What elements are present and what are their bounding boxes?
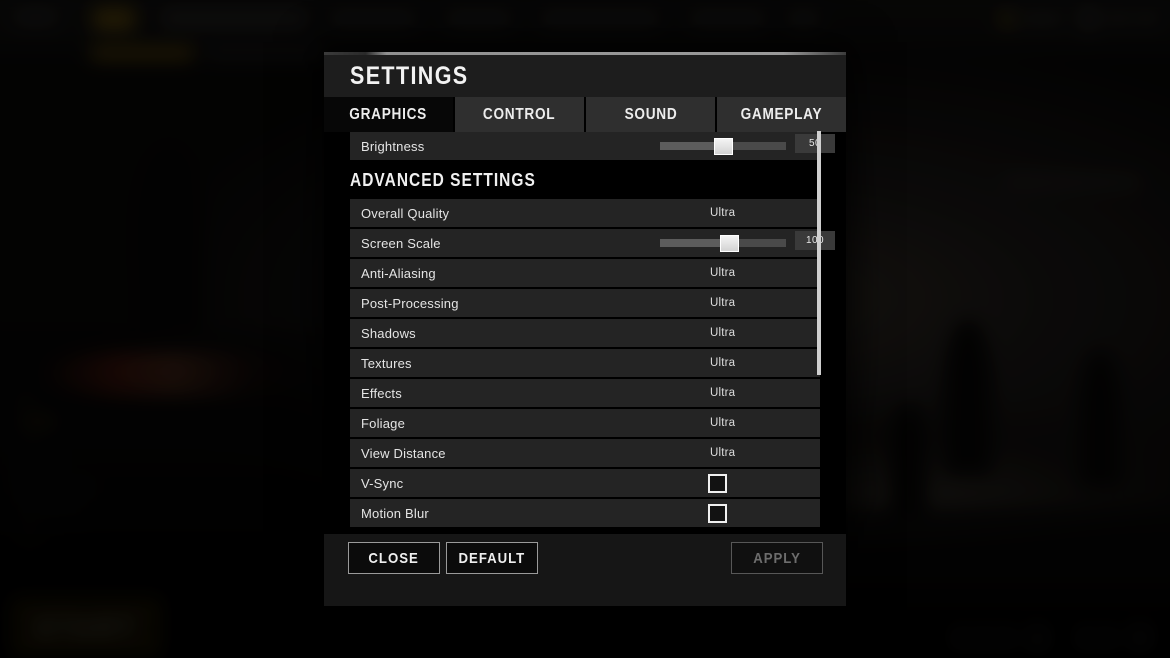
settings-row[interactable]: Foliage Ultra bbox=[350, 409, 820, 437]
slider[interactable] bbox=[660, 235, 786, 251]
settings-row-label: Post-Processing bbox=[361, 296, 459, 311]
tab-graphics[interactable]: GRAPHICS bbox=[324, 97, 453, 132]
slider-handle[interactable] bbox=[720, 235, 739, 252]
settings-row-label: Effects bbox=[361, 386, 402, 401]
settings-row[interactable]: Shadows Ultra bbox=[350, 319, 820, 347]
settings-row-value[interactable]: Ultra bbox=[710, 447, 735, 459]
settings-tab-bar: GRAPHICS CONTROL SOUND GAMEPLAY bbox=[324, 97, 846, 132]
settings-row-label: Shadows bbox=[361, 326, 416, 341]
slider-fill bbox=[660, 239, 729, 247]
apply-button[interactable]: APPLY bbox=[731, 542, 823, 574]
dialog-footer: CLOSE DEFAULT APPLY bbox=[324, 534, 846, 606]
dialog-titlebar: SETTINGS bbox=[324, 55, 846, 97]
tab-label: GAMEPLAY bbox=[741, 106, 823, 124]
default-button-label: DEFAULT bbox=[459, 550, 526, 567]
settings-row-value[interactable]: Ultra bbox=[710, 387, 735, 399]
tab-label: CONTROL bbox=[483, 106, 555, 124]
settings-row-label: Screen Scale bbox=[361, 236, 441, 251]
settings-row[interactable]: Motion Blur bbox=[350, 499, 820, 527]
settings-row-label: Anti-Aliasing bbox=[361, 266, 436, 281]
advanced-settings-heading: ADVANCED SETTINGS bbox=[350, 170, 846, 191]
tab-sound[interactable]: SOUND bbox=[586, 97, 715, 132]
settings-scrollbar-thumb[interactable] bbox=[817, 131, 821, 375]
close-button[interactable]: CLOSE bbox=[348, 542, 440, 574]
settings-row[interactable]: Textures Ultra bbox=[350, 349, 820, 377]
tab-label: GRAPHICS bbox=[350, 106, 428, 124]
default-button[interactable]: DEFAULT bbox=[446, 542, 538, 574]
settings-scrollbar-track[interactable] bbox=[816, 131, 822, 531]
advanced-settings-heading-label: ADVANCED SETTINGS bbox=[350, 170, 536, 191]
slider-value[interactable]: 100 bbox=[795, 231, 835, 250]
settings-row-value[interactable]: Ultra bbox=[710, 327, 735, 339]
settings-row-value[interactable]: Ultra bbox=[710, 417, 735, 429]
tab-gameplay[interactable]: GAMEPLAY bbox=[717, 97, 846, 132]
settings-row-label: View Distance bbox=[361, 446, 446, 461]
settings-row[interactable]: Post-Processing Ultra bbox=[350, 289, 820, 317]
settings-checkbox[interactable] bbox=[708, 474, 727, 493]
settings-row[interactable]: Overall Quality Ultra bbox=[350, 199, 820, 227]
settings-row-label: V-Sync bbox=[361, 476, 403, 491]
settings-row[interactable]: Anti-Aliasing Ultra bbox=[350, 259, 820, 287]
settings-row-label: Brightness bbox=[361, 139, 424, 154]
slider-handle[interactable] bbox=[714, 138, 733, 155]
settings-checkbox[interactable] bbox=[708, 504, 727, 523]
settings-dialog: SETTINGS GRAPHICS CONTROL SOUND GAMEPLAY Br… bbox=[324, 52, 846, 606]
slider-value[interactable]: 50 bbox=[795, 134, 835, 153]
settings-row[interactable]: V-Sync bbox=[350, 469, 820, 497]
close-button-label: CLOSE bbox=[369, 550, 419, 567]
game-settings-screen: START SETTINGS GRAPHICSCONTROLSOUNDGAMEP… bbox=[0, 0, 1170, 658]
tab-label: SOUND bbox=[624, 106, 677, 124]
settings-scroll-body[interactable]: Brightness50ADVANCED SETTINGSOverall Qua… bbox=[324, 132, 846, 584]
settings-row-label: Motion Blur bbox=[361, 506, 429, 521]
settings-row[interactable]: Brightness50 bbox=[350, 132, 820, 160]
slider[interactable] bbox=[660, 138, 786, 154]
settings-row-label: Overall Quality bbox=[361, 206, 449, 221]
settings-row-value[interactable]: Ultra bbox=[710, 297, 735, 309]
settings-row[interactable]: Screen Scale100 bbox=[350, 229, 820, 257]
apply-button-label: APPLY bbox=[753, 550, 801, 567]
dialog-title: SETTINGS bbox=[350, 62, 469, 91]
settings-row[interactable]: View Distance Ultra bbox=[350, 439, 820, 467]
settings-row-label: Foliage bbox=[361, 416, 405, 431]
settings-row[interactable]: Effects Ultra bbox=[350, 379, 820, 407]
settings-row-value[interactable]: Ultra bbox=[710, 267, 735, 279]
settings-row-label: Textures bbox=[361, 356, 412, 371]
tab-control[interactable]: CONTROL bbox=[455, 97, 584, 132]
settings-row-value[interactable]: Ultra bbox=[710, 357, 735, 369]
settings-row-value[interactable]: Ultra bbox=[710, 207, 735, 219]
